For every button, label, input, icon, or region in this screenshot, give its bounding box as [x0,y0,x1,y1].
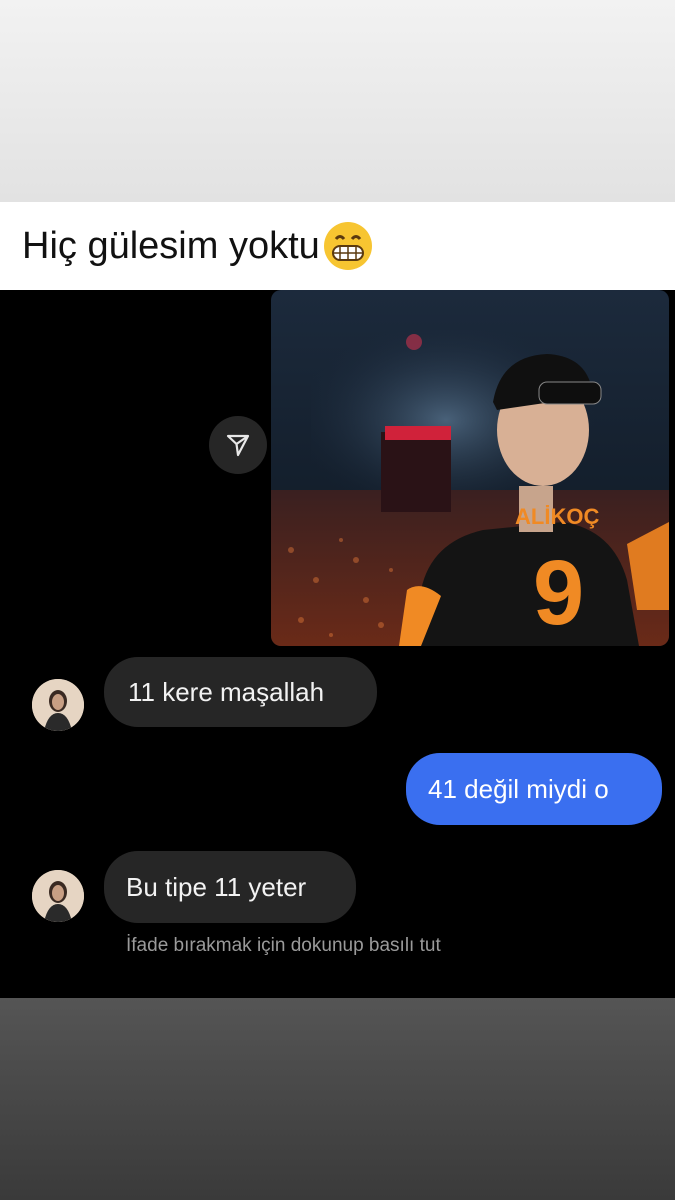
chat-thread: ALİKOÇ 9 11 kere maşallah 41 değil miydi… [0,290,675,998]
avatar[interactable] [32,870,84,922]
share-button[interactable] [209,416,267,474]
incoming-message-bubble[interactable]: 11 kere maşallah [104,657,377,727]
message-text: 11 kere maşallah [128,676,325,707]
jersey-number-text: 9 [533,542,584,644]
send-arrow-icon [226,434,250,457]
outgoing-message-bubble[interactable]: 41 değil miydi o [406,753,662,825]
shared-photo[interactable]: ALİKOÇ 9 [271,290,669,646]
reaction-hint: İfade bırakmak için dokunup basılı tut [126,935,441,956]
message-text: Bu tipe 11 yeter [126,871,307,902]
avatar[interactable] [32,679,84,731]
caption-text: Hiç gülesim yoktu [22,224,320,267]
message-text: 41 değil miydi o [428,773,609,804]
top-background [0,0,675,202]
jersey-name-text: ALİKOÇ [515,504,599,529]
incoming-message-bubble[interactable]: Bu tipe 11 yeter [104,851,356,923]
grinning-face-emoji-icon [322,220,374,272]
story-caption: Hiç gülesim yoktu [0,202,675,290]
bottom-background [0,998,675,1200]
